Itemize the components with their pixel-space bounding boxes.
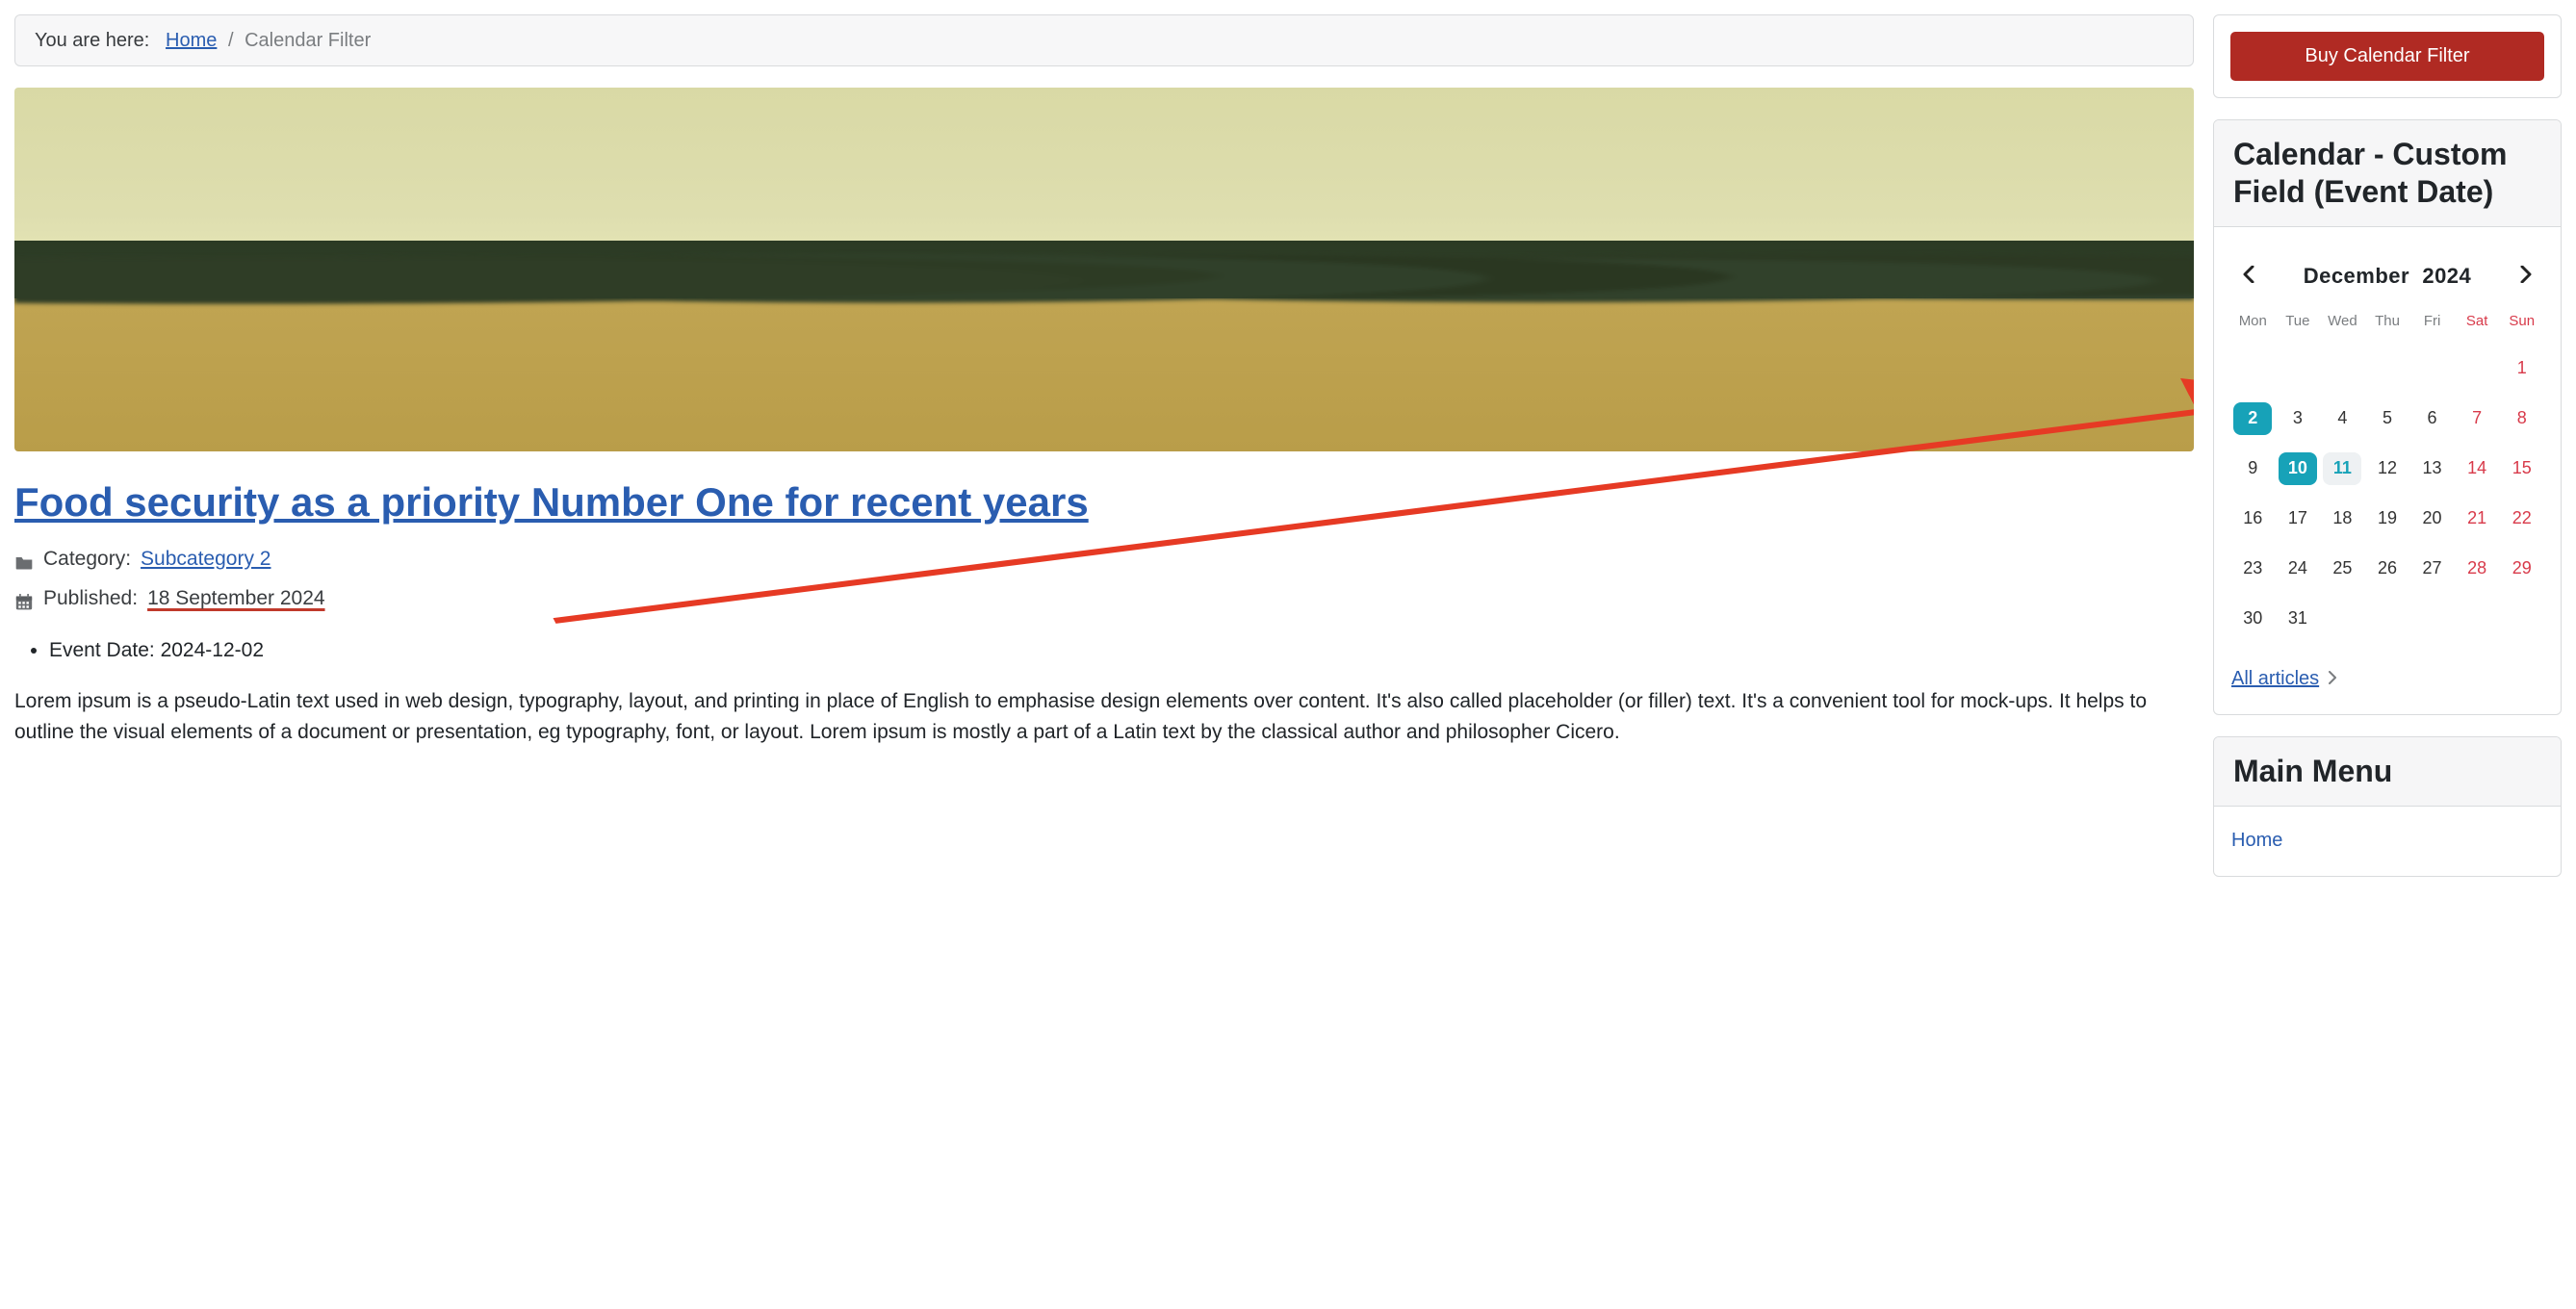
calendar-day[interactable]: 12 bbox=[2366, 445, 2409, 493]
calendar-day[interactable]: 28 bbox=[2456, 545, 2499, 593]
category-label: Category: bbox=[43, 544, 131, 575]
published-label: Published: bbox=[43, 583, 138, 614]
calendar-day[interactable]: 21 bbox=[2456, 495, 2499, 543]
article-title: Food security as a priority Number One f… bbox=[14, 478, 2194, 526]
calendar-day[interactable]: 7 bbox=[2456, 395, 2499, 443]
calendar-day bbox=[2366, 595, 2409, 643]
calendar-dow: Mon bbox=[2231, 307, 2275, 343]
main-menu-card: Main Menu Home bbox=[2213, 736, 2562, 877]
calendar-day[interactable]: 24 bbox=[2277, 545, 2320, 593]
calendar-day bbox=[2366, 345, 2409, 393]
calendar-day[interactable]: 20 bbox=[2410, 495, 2454, 543]
breadcrumb-separator: / bbox=[228, 30, 234, 51]
calendar-dow: Sat bbox=[2456, 307, 2499, 343]
breadcrumb-home-link[interactable]: Home bbox=[166, 30, 217, 51]
calendar-day bbox=[2277, 345, 2320, 393]
calendar-month-year: December 2024 bbox=[2304, 260, 2472, 292]
buy-card: Buy Calendar Filter bbox=[2213, 14, 2562, 98]
buy-button[interactable]: Buy Calendar Filter bbox=[2230, 32, 2544, 81]
calendar-day[interactable]: 26 bbox=[2366, 545, 2409, 593]
calendar-year: 2024 bbox=[2422, 264, 2471, 288]
chevron-right-icon bbox=[2520, 266, 2532, 283]
calendar-day[interactable]: 5 bbox=[2366, 395, 2409, 443]
calendar-day[interactable]: 8 bbox=[2500, 395, 2543, 443]
calendar-day[interactable]: 27 bbox=[2410, 545, 2454, 593]
calendar-day bbox=[2410, 595, 2454, 643]
calendar-day[interactable]: 25 bbox=[2321, 545, 2364, 593]
calendar-grid: MonTueWedThuFriSatSun1234567891011121314… bbox=[2231, 307, 2543, 643]
folder-icon bbox=[14, 550, 34, 567]
calendar-icon bbox=[14, 590, 34, 607]
calendar-next-button[interactable] bbox=[2512, 260, 2539, 292]
calendar-day[interactable]: 13 bbox=[2410, 445, 2454, 493]
calendar-dow: Wed bbox=[2321, 307, 2364, 343]
calendar-day bbox=[2500, 595, 2543, 643]
event-date-item: Event Date: 2024-12-02 bbox=[49, 635, 2194, 666]
calendar-day[interactable]: 9 bbox=[2231, 445, 2275, 493]
article-hero-image bbox=[14, 88, 2194, 451]
calendar-day[interactable]: 3 bbox=[2277, 395, 2320, 443]
calendar-card: Calendar - Custom Field (Event Date) Dec… bbox=[2213, 119, 2562, 715]
chevron-right-icon bbox=[2329, 664, 2337, 693]
article-published-row: Published: 18 September 2024 bbox=[14, 583, 2194, 614]
article-body: Lorem ipsum is a pseudo-Latin text used … bbox=[14, 686, 2194, 747]
calendar-day bbox=[2456, 345, 2499, 393]
calendar-day[interactable]: 15 bbox=[2500, 445, 2543, 493]
calendar-nav: December 2024 bbox=[2235, 260, 2539, 292]
calendar-month: December bbox=[2304, 264, 2409, 288]
calendar-day[interactable]: 2 bbox=[2231, 395, 2275, 443]
chevron-left-icon bbox=[2243, 266, 2254, 283]
breadcrumb-prefix: You are here: bbox=[35, 30, 149, 51]
calendar-dow: Thu bbox=[2366, 307, 2409, 343]
main-menu-item-home[interactable]: Home bbox=[2231, 830, 2282, 851]
calendar-dow: Tue bbox=[2277, 307, 2320, 343]
main-menu-title: Main Menu bbox=[2214, 737, 2561, 807]
calendar-day[interactable]: 17 bbox=[2277, 495, 2320, 543]
event-date-label: Event Date: bbox=[49, 639, 155, 661]
calendar-card-title: Calendar - Custom Field (Event Date) bbox=[2214, 120, 2561, 227]
breadcrumb: You are here: Home / Calendar Filter bbox=[14, 14, 2194, 66]
calendar-day bbox=[2456, 595, 2499, 643]
calendar-day bbox=[2410, 345, 2454, 393]
calendar-day[interactable]: 22 bbox=[2500, 495, 2543, 543]
published-date: 18 September 2024 bbox=[147, 583, 324, 614]
calendar-day[interactable]: 19 bbox=[2366, 495, 2409, 543]
calendar-dow: Fri bbox=[2410, 307, 2454, 343]
calendar-day[interactable]: 11 bbox=[2321, 445, 2364, 493]
calendar-day[interactable]: 1 bbox=[2500, 345, 2543, 393]
all-articles-row: All articles bbox=[2231, 664, 2543, 693]
calendar-day[interactable]: 10 bbox=[2277, 445, 2320, 493]
calendar-day[interactable]: 4 bbox=[2321, 395, 2364, 443]
calendar-day bbox=[2321, 595, 2364, 643]
calendar-day[interactable]: 18 bbox=[2321, 495, 2364, 543]
calendar-day[interactable]: 23 bbox=[2231, 545, 2275, 593]
calendar-day[interactable]: 14 bbox=[2456, 445, 2499, 493]
all-articles-link[interactable]: All articles bbox=[2231, 668, 2319, 689]
event-date-list: Event Date: 2024-12-02 bbox=[49, 635, 2194, 666]
calendar-day[interactable]: 16 bbox=[2231, 495, 2275, 543]
calendar-day bbox=[2321, 345, 2364, 393]
category-link[interactable]: Subcategory 2 bbox=[141, 544, 270, 575]
article-category-row: Category: Subcategory 2 bbox=[14, 544, 2194, 575]
calendar-day bbox=[2231, 345, 2275, 393]
calendar-day[interactable]: 29 bbox=[2500, 545, 2543, 593]
calendar-prev-button[interactable] bbox=[2235, 260, 2262, 292]
calendar-dow: Sun bbox=[2500, 307, 2543, 343]
calendar-day[interactable]: 30 bbox=[2231, 595, 2275, 643]
calendar-day[interactable]: 31 bbox=[2277, 595, 2320, 643]
calendar-day[interactable]: 6 bbox=[2410, 395, 2454, 443]
event-date-value: 2024-12-02 bbox=[161, 639, 264, 661]
article-title-link[interactable]: Food security as a priority Number One f… bbox=[14, 479, 1089, 525]
breadcrumb-current: Calendar Filter bbox=[245, 30, 371, 51]
